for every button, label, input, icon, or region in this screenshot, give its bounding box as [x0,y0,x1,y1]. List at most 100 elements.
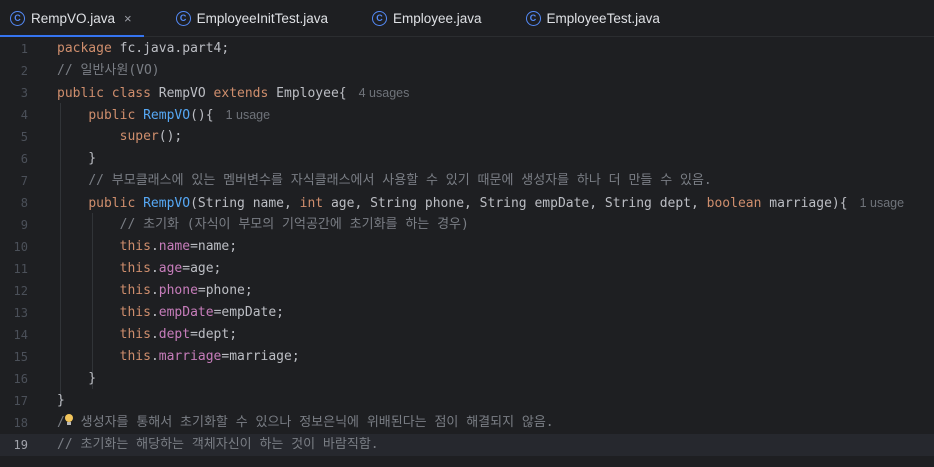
field-name: age [158,261,183,276]
class-icon: C [175,10,191,26]
code-line[interactable]: 4 public RempVO(){1 usage [0,104,934,126]
code-line[interactable]: 3 public class RempVO extends Employee{4 … [0,82,934,104]
code-token: age, String phone, String empDate, Strin… [330,196,707,211]
code-line[interactable]: 13 this.empDate=empDate; [0,302,934,324]
code-token: (){ [190,108,214,123]
line-number: 3 [20,86,28,100]
code-line[interactable]: 18 / 생성자를 통해서 초기화할 수 있으나 정보은닉에 위배된다는 점이 해… [0,412,934,434]
keyword: public class [57,86,159,101]
line-number: 13 [13,306,28,320]
tab-label: EmployeeInitTest.java [196,10,328,26]
tab-label: EmployeeTest.java [546,10,660,26]
code-token: . [150,349,159,364]
code-token: =empDate; [213,305,285,320]
keyword: public [88,196,144,211]
code-token: fc.java.part4; [119,41,230,56]
usages-hint[interactable]: 4 usages [359,86,410,100]
comment: 생성자를 통해서 초기화할 수 있으나 정보은닉에 위배된다는 점이 해결되지 … [72,415,554,430]
code-text: / 생성자를 통해서 초기화할 수 있으나 정보은닉에 위배된다는 점이 해결되… [57,412,554,434]
code-text: this.phone=phone; [57,280,253,302]
code-line[interactable]: 2 // 일반사원(VO) [0,60,934,82]
lightbulb-icon[interactable] [64,414,73,428]
tab-label: RempVO.java [31,10,116,26]
code-line[interactable]: 1 package fc.java.part4; [0,38,934,60]
code-text: public RempVO(String name, int age, Stri… [57,192,904,215]
code-line[interactable]: 5 super(); [0,126,934,148]
code-token: (); [158,129,183,144]
code-token: =dept; [190,327,238,342]
code-line[interactable]: 16 } [0,368,934,390]
field-name: marriage [158,349,222,364]
code-line[interactable]: 11 this.age=age; [0,258,934,280]
code-line[interactable]: 6 } [0,148,934,170]
keyword: boolean [706,196,770,211]
keyword: this [119,283,151,298]
keyword: super [119,129,159,144]
code-text: package fc.java.part4; [57,38,229,60]
editor-tab-bar: C RempVO.java × C EmployeeInitTest.java C Empl… [0,0,934,37]
line-number: 2 [20,64,28,78]
code-token: } [57,393,65,408]
comment: // 일반사원(VO) [57,63,160,78]
code-token: =marriage; [221,349,300,364]
comment: / [57,415,65,430]
tab-employee-java[interactable]: C Employee.java [362,0,494,36]
field-name: dept [158,327,191,342]
code-line[interactable]: 19 // 초기화는 해당하는 객체자신이 하는 것이 바람직함. [0,434,934,456]
tab-employeetest-java[interactable]: C EmployeeTest.java [516,0,672,36]
code-line[interactable]: 17} [0,390,934,412]
code-token: =age; [182,261,222,276]
code-text: this.age=age; [57,258,222,280]
code-token: } [57,151,97,166]
line-number: 1 [20,42,28,56]
code-text: // 부모클래스에 있는 멤버변수를 자식클래스에서 사용할 수 있기 때문에 … [57,170,711,192]
code-text: // 일반사원(VO) [57,60,160,82]
tab-employeeinittest-java[interactable]: C EmployeeInitTest.java [166,0,340,36]
code-text: } [57,390,65,412]
code-line[interactable]: 9 // 초기화 (자식이 부모의 기억공간에 초기화를 하는 경우) [0,214,934,236]
line-number: 12 [13,284,28,298]
line-number: 18 [13,416,28,430]
usages-hint[interactable]: 1 usage [860,196,904,210]
code-token: RempVO [158,86,214,101]
code-token: . [150,305,159,320]
comment: // 초기화 (자식이 부모의 기억공간에 초기화를 하는 경우) [119,217,469,232]
class-icon: C [10,10,25,26]
code-token: =name; [190,239,238,254]
code-text: } [57,148,96,170]
keyword: this [119,327,151,342]
tab-rempvo-java[interactable]: C RempVO.java × [0,0,144,37]
line-number: 10 [13,240,28,254]
code-token: marriage){ [769,196,848,211]
code-line[interactable]: 14 this.dept=dept; [0,324,934,346]
code-text: this.name=name; [57,236,237,258]
code-text: this.dept=dept; [57,324,237,346]
keyword: public [88,108,144,123]
code-line[interactable]: 10 this.name=name; [0,236,934,258]
code-line[interactable]: 8 public RempVO(String name, int age, St… [0,192,934,214]
keyword: extends [213,86,277,101]
code-text: // 초기화 (자식이 부모의 기억공간에 초기화를 하는 경우) [57,214,469,236]
line-number: 17 [13,394,28,408]
code-token: . [150,283,159,298]
code-text: this.marriage=marriage; [57,346,300,368]
close-icon[interactable]: × [124,11,132,26]
code-line[interactable]: 12 this.phone=phone; [0,280,934,302]
code-line[interactable]: 7 // 부모클래스에 있는 멤버변수를 자식클래스에서 사용할 수 있기 때문… [0,170,934,192]
keyword: this [119,261,151,276]
keyword: this [119,239,151,254]
code-line[interactable]: 15 this.marriage=marriage; [0,346,934,368]
code-token: (String name, [190,196,300,211]
code-editor[interactable]: 1 package fc.java.part4; 2 // 일반사원(VO) 3 publ… [0,37,934,467]
usages-hint[interactable]: 1 usage [226,108,270,122]
line-number: 5 [20,130,28,144]
keyword: int [299,196,331,211]
line-number: 7 [20,174,28,188]
